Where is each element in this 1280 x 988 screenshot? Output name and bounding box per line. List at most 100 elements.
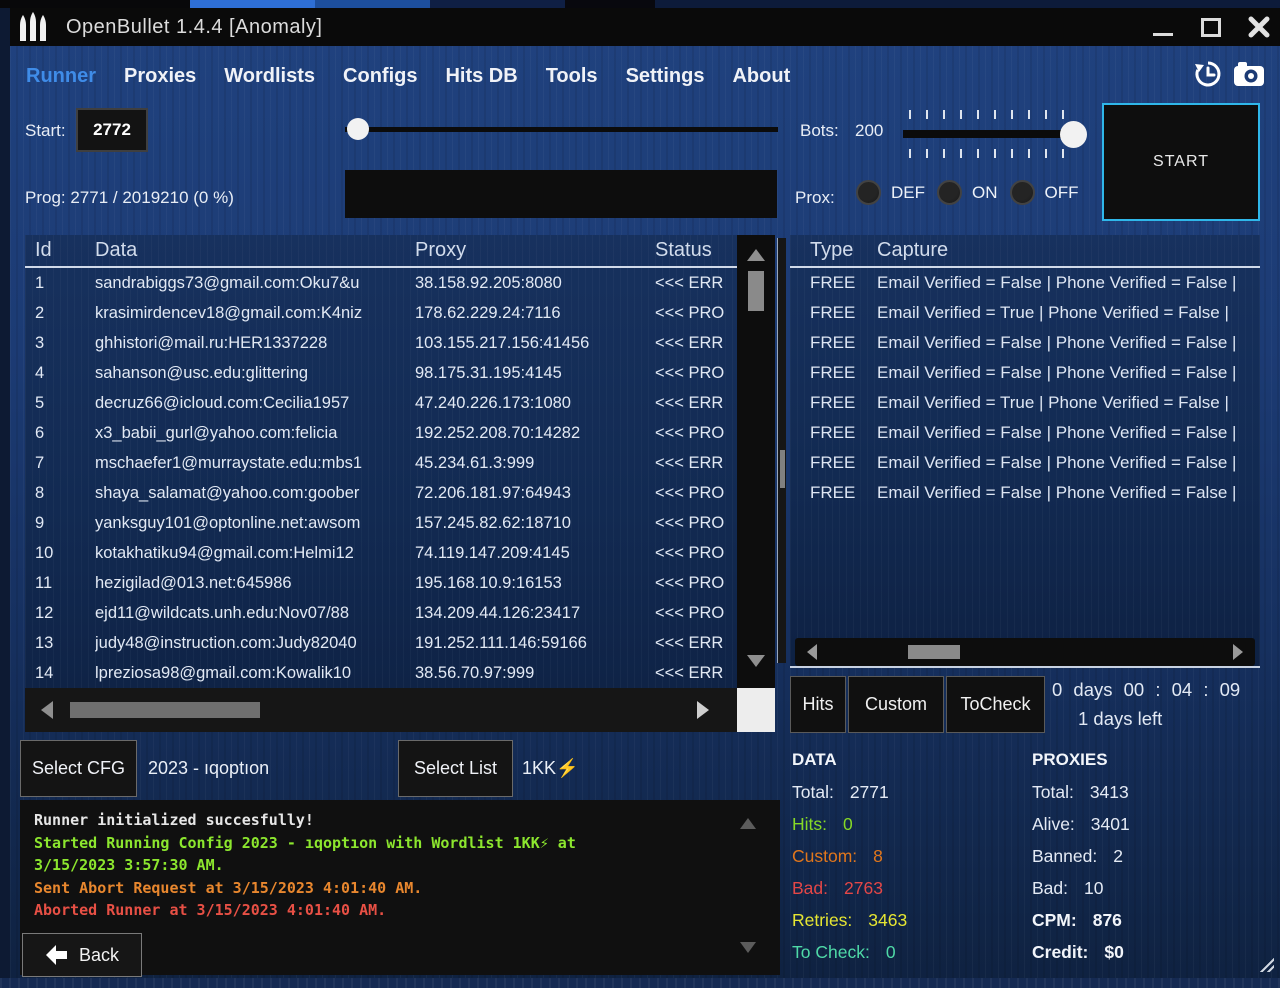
cell-status: <<< PRO [655, 358, 737, 388]
slider-thumb[interactable] [1060, 121, 1087, 148]
capture-horizontal-scrollbar[interactable] [795, 638, 1255, 666]
bots-slider[interactable] [903, 108, 1081, 160]
nav-tab-configs[interactable]: Configs [343, 65, 417, 88]
cell-id: 12 [35, 598, 95, 628]
cell-capture: Email Verified = False | Phone Verified … [877, 418, 1260, 448]
maximize-button[interactable] [1198, 13, 1224, 41]
slider-track[interactable] [345, 127, 778, 132]
wordlist-name: 1KK⚡ [522, 740, 578, 797]
tab-hits[interactable]: Hits [790, 676, 846, 733]
table-row[interactable]: 8shaya_salamat@yahoo.com:goober72.206.18… [25, 478, 737, 508]
camera-icon[interactable] [1232, 59, 1266, 89]
capture-row[interactable]: FREEEmail Verified = True | Phone Verifi… [790, 388, 1260, 418]
table-row[interactable]: 14lpreziosa98@gmail.com:Kowalik1038.56.7… [25, 658, 737, 688]
table-row[interactable]: 2krasimirdencev18@gmail.com:K4niz178.62.… [25, 298, 737, 328]
scroll-right-icon[interactable] [697, 701, 709, 719]
prox-option-def[interactable]: DEF [856, 180, 925, 205]
capture-header: Type Capture [790, 235, 1260, 268]
cell-type: FREE [810, 418, 877, 448]
table-row[interactable]: 3ghhistori@mail.ru:HER1337228103.155.217… [25, 328, 737, 358]
scroll-down-icon[interactable] [740, 942, 756, 953]
scrollbar-thumb[interactable] [748, 271, 764, 311]
back-button[interactable]: Back [22, 933, 142, 977]
capture-row[interactable]: FREEEmail Verified = False | Phone Verif… [790, 328, 1260, 358]
table-row[interactable]: 5decruz66@icloud.com:Cecilia195747.240.2… [25, 388, 737, 418]
capture-row[interactable]: FREEEmail Verified = False | Phone Verif… [790, 478, 1260, 508]
close-button[interactable] [1246, 13, 1272, 41]
progress-slider[interactable] [345, 118, 778, 140]
scroll-down-icon[interactable] [747, 655, 765, 667]
prox-option-off[interactable]: OFF [1010, 180, 1079, 205]
start-button[interactable]: START [1102, 103, 1260, 221]
column-header-type[interactable]: Type [810, 239, 877, 262]
start-input[interactable] [76, 108, 148, 152]
background-window-sliver [655, 0, 1280, 8]
scroll-up-icon[interactable] [747, 249, 765, 261]
radio-button[interactable] [1010, 180, 1035, 205]
table-row[interactable]: 12ejd11@wildcats.unh.edu:Nov07/88134.209… [25, 598, 737, 628]
nav-tab-proxies[interactable]: Proxies [124, 65, 196, 88]
prox-option-on[interactable]: ON [937, 180, 998, 205]
window-controls [1150, 8, 1272, 46]
scroll-up-icon[interactable] [740, 818, 756, 829]
table-row[interactable]: 11hezigilad@013.net:645986195.168.10.9:1… [25, 568, 737, 598]
table-row[interactable]: 6x3_babii_gurl@yahoo.com:felicia192.252.… [25, 418, 737, 448]
table-row[interactable]: 4sahanson@usc.edu:glittering98.175.31.19… [25, 358, 737, 388]
cell-id: 5 [35, 388, 95, 418]
stat-value: 876 [1093, 904, 1122, 936]
cell-capture: Email Verified = False | Phone Verified … [877, 358, 1260, 388]
stats-title: DATA [792, 744, 1032, 776]
capture-row[interactable]: FREEEmail Verified = True | Phone Verifi… [790, 298, 1260, 328]
bots-value: 200 [855, 121, 883, 141]
background-window-sliver [190, 0, 315, 8]
nav-tab-about[interactable]: About [732, 65, 790, 88]
slider-track[interactable] [903, 130, 1081, 138]
scroll-left-icon[interactable] [807, 644, 817, 660]
results-horizontal-scrollbar[interactable] [25, 688, 737, 732]
minimize-button[interactable] [1150, 13, 1176, 41]
radio-button[interactable] [856, 180, 881, 205]
nav-tab-runner[interactable]: Runner [26, 65, 96, 88]
column-header-capture[interactable]: Capture [877, 239, 948, 262]
nav-tab-wordlists[interactable]: Wordlists [224, 65, 315, 88]
stat-value: 3463 [868, 904, 907, 936]
scrollbar-thumb[interactable] [70, 702, 260, 718]
capture-row[interactable]: FREEEmail Verified = False | Phone Verif… [790, 418, 1260, 448]
tab-tocheck[interactable]: ToCheck [946, 676, 1045, 733]
table-row[interactable]: 10kotakhatiku94@gmail.com:Helmi1274.119.… [25, 538, 737, 568]
cell-proxy: 134.209.44.126:23417 [415, 598, 655, 628]
radio-button[interactable] [937, 180, 962, 205]
column-header-proxy[interactable]: Proxy [415, 239, 655, 262]
table-row[interactable]: 7mschaefer1@murraystate.edu:mbs145.234.6… [25, 448, 737, 478]
select-cfg-button[interactable]: Select CFG [20, 740, 137, 797]
slider-thumb[interactable] [347, 118, 369, 140]
scroll-right-icon[interactable] [1233, 644, 1243, 660]
scrollbar-thumb[interactable] [908, 645, 960, 659]
stat-label: Bad: [1032, 872, 1068, 904]
timer-elapsed: 0 days 00 : 04 : 09 [1052, 679, 1240, 701]
table-row[interactable]: 13judy48@instruction.com:Judy82040191.25… [25, 628, 737, 658]
capture-row[interactable]: FREEEmail Verified = False | Phone Verif… [790, 448, 1260, 478]
cell-id: 7 [35, 448, 95, 478]
nav-tab-settings[interactable]: Settings [626, 65, 705, 88]
capture-row[interactable]: FREEEmail Verified = False | Phone Verif… [790, 268, 1260, 298]
cell-status: <<< ERR [655, 388, 737, 418]
cell-capture: Email Verified = False | Phone Verified … [877, 448, 1260, 478]
tab-custom[interactable]: Custom [848, 676, 944, 733]
nav-tab-tools[interactable]: Tools [546, 65, 598, 88]
history-clock-icon[interactable] [1192, 58, 1224, 90]
capture-vertical-scrollbar[interactable] [777, 238, 786, 663]
column-header-status[interactable]: Status [655, 239, 737, 262]
table-row[interactable]: 9yanksguy101@optonline.net:awsom157.245.… [25, 508, 737, 538]
select-list-button[interactable]: Select List [398, 740, 513, 797]
column-header-data[interactable]: Data [95, 239, 415, 262]
results-vertical-scrollbar[interactable] [737, 235, 775, 688]
capture-row[interactable]: FREEEmail Verified = False | Phone Verif… [790, 358, 1260, 388]
scroll-left-icon[interactable] [41, 701, 53, 719]
column-header-id[interactable]: Id [35, 239, 95, 262]
scrollbar-thumb[interactable] [780, 450, 785, 488]
nav-tab-hits-db[interactable]: Hits DB [445, 65, 517, 88]
log-line: 3/15/2023 3:57:30 AM. [34, 854, 766, 877]
table-row[interactable]: 1sandrabiggs73@gmail.com:Oku7&u38.158.92… [25, 268, 737, 298]
app-window: OpenBullet 1.4.4 [Anomaly] RunnerProxies… [10, 8, 1280, 978]
